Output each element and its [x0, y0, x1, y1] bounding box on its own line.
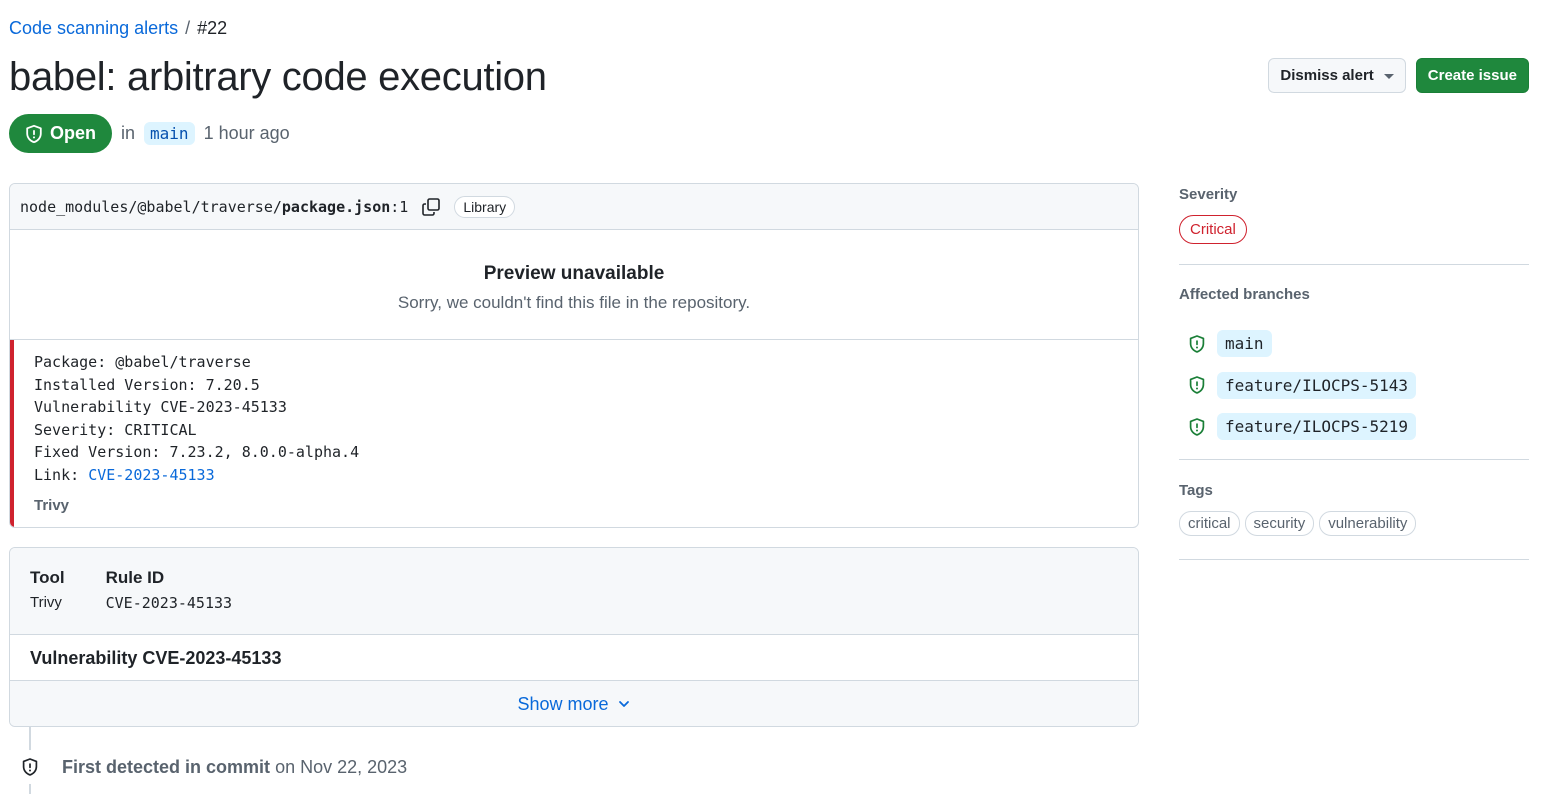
breadcrumb-current: #22 [197, 18, 228, 38]
breadcrumb-link-code-scanning-alerts[interactable]: Code scanning alerts [9, 18, 178, 39]
rule-details-box: Tool Trivy Rule ID CVE-2023-45133 Vulner… [9, 547, 1139, 727]
cve-link[interactable]: CVE-2023-45133 [88, 466, 214, 484]
tags-section: Tags critical security vulnerability [1179, 460, 1529, 560]
rule-title: Vulnerability CVE-2023-45133 [10, 635, 1138, 681]
dismiss-alert-button[interactable]: Dismiss alert [1268, 58, 1406, 93]
alert-line-installed-version: Installed Version: 7.20.5 [34, 375, 260, 394]
timeline-badge [13, 750, 47, 784]
file-path-line: :1 [390, 197, 409, 216]
preview-unavailable: Preview unavailable Sorry, we couldn't f… [10, 230, 1138, 340]
shield-icon [22, 758, 38, 776]
alert-line-vulnerability: Vulnerability CVE-2023-45133 [34, 398, 287, 417]
rule-metadata: Tool Trivy Rule ID CVE-2023-45133 [10, 548, 1138, 635]
alert-line-severity: Severity: CRITICAL [34, 420, 197, 439]
timeline-date: on Nov 22, 2023 [275, 756, 408, 777]
chevron-down-icon [618, 701, 629, 707]
tag-security[interactable]: security [1244, 511, 1315, 536]
affected-branches-section: Affected branches main feature/ILOCPS-51… [1179, 265, 1529, 460]
page-title: babel: arbitrary code execution [9, 55, 547, 99]
file-path-prefix: node_modules/@babel/traverse/ [20, 197, 282, 216]
timeline-event: First detected in commit [62, 756, 271, 777]
library-label: Library [454, 195, 516, 218]
shield-alert-icon [1189, 334, 1205, 353]
alert-line-package: Package: @babel/traverse [34, 353, 251, 371]
status-badge-label: Open [50, 123, 97, 143]
alert-message-text: Package: @babel/traverse Installed Versio… [34, 351, 1138, 487]
branch-chip-feature-5219[interactable]: feature/ILOCPS-5219 [1217, 413, 1417, 441]
shield-alert-icon [1189, 417, 1205, 436]
branch-item: feature/ILOCPS-5143 [1179, 365, 1529, 407]
branch-item: main [1179, 323, 1529, 365]
rule-tool-value: Trivy [30, 594, 62, 611]
alert-location-box: node_modules/@babel/traverse/package.jso… [9, 183, 1139, 528]
create-issue-button[interactable]: Create issue [1415, 58, 1529, 93]
timeline-text: First detected in commit on Nov 22, 2023 [62, 757, 407, 778]
status-row: Open in main 1 hour ago [9, 114, 290, 153]
sidebar: Severity Critical Affected branches main… [1179, 183, 1529, 560]
file-header: node_modules/@babel/traverse/package.jso… [10, 184, 1138, 230]
status-prefix: in [121, 123, 136, 143]
severity-label: Severity [1179, 186, 1238, 203]
header-actions: Dismiss alert Create issue [1268, 58, 1529, 93]
preview-title: Preview unavailable [483, 263, 665, 284]
tag-list: critical security vulnerability [1179, 511, 1529, 536]
shield-alert-icon [1189, 376, 1205, 394]
file-path: node_modules/@babel/traverse/package.jso… [20, 198, 408, 216]
breadcrumb-separator: / [185, 18, 191, 38]
dismiss-alert-label: Dismiss alert [1280, 67, 1374, 84]
alert-message: Package: @babel/traverse Installed Versio… [10, 340, 1138, 527]
timeline-item-first-detected: First detected in commit on Nov 22, 2023 [13, 750, 407, 784]
alert-tool-name: Trivy [34, 496, 70, 514]
branch-chip-feature-5143[interactable]: feature/ILOCPS-5143 [1217, 371, 1417, 399]
status-time: 1 hour ago [203, 123, 290, 143]
rule-id-value: CVE-2023-45133 [105, 594, 233, 612]
tag-critical[interactable]: critical [1179, 511, 1240, 536]
show-more-button[interactable]: Show more [10, 681, 1138, 726]
alert-line-link: Link: CVE-2023-45133 [34, 464, 1138, 487]
tags-label: Tags [1179, 482, 1213, 499]
show-more-label: Show more [517, 693, 609, 714]
severity-section: Severity Critical [1179, 183, 1529, 265]
severity-badge: Critical [1179, 215, 1247, 244]
branch-item: feature/ILOCPS-5219 [1179, 406, 1529, 448]
status-badge: Open [9, 114, 113, 153]
tag-vulnerability[interactable]: vulnerability [1319, 511, 1417, 536]
branch-chip-main[interactable]: main [1217, 330, 1272, 358]
rule-id-header: Rule ID [105, 568, 165, 587]
shield-alert-icon [26, 124, 42, 143]
branch-list: main feature/ILOCPS-5143 feature/ILOCPS-… [1179, 323, 1529, 448]
rule-tool-header: Tool [30, 568, 65, 587]
breadcrumb: Code scanning alerts / #22 [9, 18, 227, 39]
rule-id: Rule ID CVE-2023-45133 [106, 568, 232, 634]
file-path-file: package.json [281, 197, 391, 216]
preview-subtitle: Sorry, we couldn't find this file in the… [397, 293, 751, 312]
alert-link-prefix: Link: [34, 465, 89, 484]
affected-branches-label: Affected branches [1179, 286, 1310, 303]
alert-line-fixed-version: Fixed Version: 7.23.2, 8.0.0-alpha.4 [34, 443, 360, 462]
create-issue-label: Create issue [1427, 67, 1517, 84]
branch-chip[interactable]: main [144, 122, 195, 145]
rule-tool: Tool Trivy [30, 568, 65, 634]
caret-down-icon [1383, 74, 1394, 79]
copy-icon[interactable] [420, 196, 442, 218]
